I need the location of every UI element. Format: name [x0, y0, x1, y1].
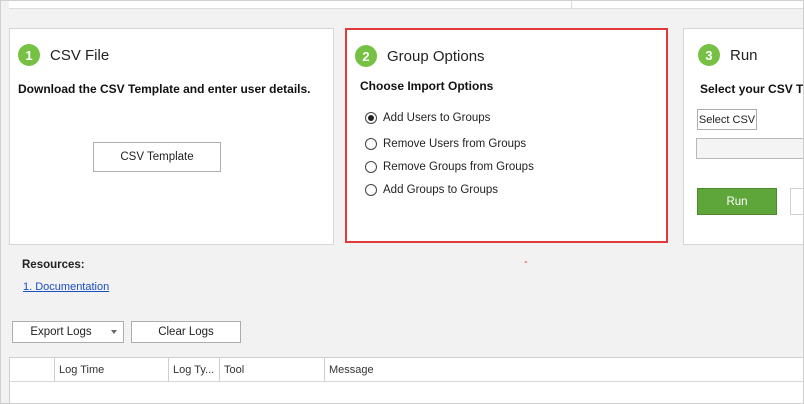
step3-number-badge: 3	[698, 44, 720, 66]
main-window: 1 CSV File Download the CSV Template and…	[0, 0, 804, 404]
step1-number-badge: 1	[18, 44, 40, 66]
radio-button[interactable]	[365, 184, 377, 196]
radio-remove-users-from-groups[interactable]: Remove Users from Groups	[365, 138, 526, 150]
step2-number-badge: 2	[355, 45, 377, 67]
step3-header: 3 Run	[698, 44, 758, 66]
column-header-indicator[interactable]	[10, 358, 54, 382]
csv-template-button[interactable]: CSV Template	[93, 142, 221, 172]
step1-header: 1 CSV File	[18, 44, 109, 66]
status-dash: -	[524, 256, 528, 268]
documentation-link[interactable]: 1. Documentation	[23, 281, 109, 293]
step2-subtitle: Choose Import Options	[360, 79, 494, 93]
top-strip	[9, 1, 803, 9]
column-header-log-time[interactable]: Log Time	[54, 358, 168, 382]
step2-header: 2 Group Options	[355, 45, 485, 67]
radio-add-groups-to-groups[interactable]: Add Groups to Groups	[365, 184, 498, 196]
log-grid-header: Log Time Log Ty... Tool Message	[10, 358, 803, 382]
clear-logs-button[interactable]: Clear Logs	[131, 321, 241, 343]
radio-label: Add Groups to Groups	[383, 184, 499, 196]
column-header-message[interactable]: Message	[324, 358, 803, 382]
radio-label: Add Users to Groups	[383, 112, 491, 124]
radio-label: Remove Groups from Groups	[383, 161, 534, 173]
resources-title: Resources:	[22, 259, 85, 271]
radio-button[interactable]	[365, 161, 377, 173]
chevron-down-icon[interactable]	[111, 330, 117, 334]
run-button[interactable]: Run	[697, 188, 777, 215]
run-panel: 3 Run Select your CSV Te Select CSV Run	[683, 28, 804, 245]
radio-button[interactable]	[365, 138, 377, 150]
export-logs-label: Export Logs	[30, 326, 92, 338]
export-logs-button[interactable]: Export Logs	[12, 321, 124, 343]
column-header-log-type[interactable]: Log Ty...	[168, 358, 219, 382]
select-csv-button[interactable]: Select CSV	[697, 109, 757, 130]
group-options-panel: 2 Group Options Choose Import Options Ad…	[345, 28, 668, 243]
column-header-tool[interactable]: Tool	[219, 358, 324, 382]
step1-subtitle: Download the CSV Template and enter user…	[18, 82, 311, 96]
radio-add-users-to-groups[interactable]: Add Users to Groups	[365, 112, 490, 124]
step1-title: CSV File	[50, 46, 110, 64]
log-grid: Log Time Log Ty... Tool Message	[9, 357, 803, 403]
step3-title: Run	[730, 46, 758, 64]
radio-label: Remove Users from Groups	[383, 138, 527, 150]
secondary-button[interactable]	[790, 188, 803, 215]
radio-remove-groups-from-groups[interactable]: Remove Groups from Groups	[365, 161, 534, 173]
step3-subtitle: Select your CSV Te	[700, 82, 804, 96]
radio-selected-dot	[368, 115, 374, 121]
step2-title: Group Options	[387, 47, 485, 65]
csv-file-panel: 1 CSV File Download the CSV Template and…	[9, 28, 334, 245]
radio-button[interactable]	[365, 112, 377, 124]
csv-path-field[interactable]	[696, 138, 803, 159]
